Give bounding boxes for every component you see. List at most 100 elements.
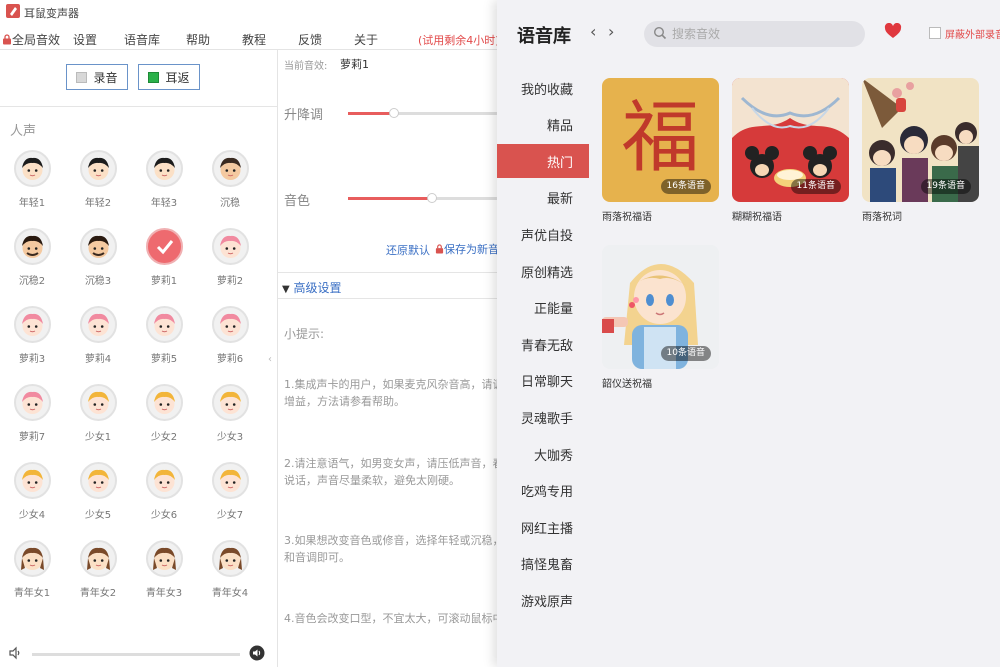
tip-line: 和音调即可。 bbox=[284, 549, 498, 566]
volume-high-icon[interactable] bbox=[249, 645, 265, 661]
voice-preset[interactable]: 年轻3 bbox=[139, 150, 189, 220]
block-external-label: 屏蔽外部录音 bbox=[945, 26, 1000, 41]
monitor-button[interactable]: 耳返 bbox=[138, 64, 200, 90]
restore-default-link[interactable]: 还原默认 bbox=[386, 242, 430, 258]
menu-help[interactable]: 帮助 bbox=[186, 31, 210, 48]
voice-preset[interactable]: 萝莉6 bbox=[205, 306, 255, 376]
voice-preset[interactable]: 青年女4 bbox=[205, 540, 255, 610]
voice-pack-cover: 11条语音 bbox=[732, 78, 849, 202]
forward-arrow-icon[interactable]: › bbox=[608, 22, 614, 41]
avatar-icon bbox=[14, 150, 51, 187]
category-item[interactable]: 搞怪鬼畜 bbox=[497, 547, 589, 581]
voice-preset[interactable]: 萝莉1 bbox=[139, 228, 189, 298]
voice-preset[interactable]: 年轻1 bbox=[7, 150, 57, 220]
back-arrow-icon[interactable]: ‹ bbox=[590, 22, 596, 41]
voice-preset[interactable]: 少女3 bbox=[205, 384, 255, 454]
voice-preset[interactable]: 沉稳2 bbox=[7, 228, 57, 298]
current-effect-value: 萝莉1 bbox=[340, 56, 369, 72]
tips-title: 小提示: bbox=[284, 326, 498, 343]
category-item[interactable]: 灵魂歌手 bbox=[497, 400, 589, 434]
category-item[interactable]: 我的收藏 bbox=[497, 71, 589, 105]
voice-preset[interactable]: 萝莉3 bbox=[7, 306, 57, 376]
voice-pack-name: 糊糊祝福语 bbox=[732, 208, 782, 223]
voice-preset[interactable]: 沉稳3 bbox=[73, 228, 123, 298]
menu-about[interactable]: 关于 bbox=[354, 31, 378, 48]
category-item[interactable]: 精品 bbox=[497, 108, 589, 142]
fu-character: 福 bbox=[602, 88, 719, 188]
save-as-new-link[interactable]: 保存为新音 bbox=[435, 241, 499, 257]
voice-preset[interactable]: 年轻2 bbox=[73, 150, 123, 220]
category-item[interactable]: 青春无敌 bbox=[497, 327, 589, 361]
lock-icon bbox=[435, 244, 444, 254]
voice-count-badge: 16条语音 bbox=[661, 179, 711, 194]
voice-preset-label: 少女3 bbox=[195, 428, 265, 443]
avatar-icon bbox=[80, 306, 117, 343]
voice-preset[interactable]: 青年女3 bbox=[139, 540, 189, 610]
voice-preset-label: 萝莉5 bbox=[129, 350, 199, 365]
tip-4: 4.音色会改变口型，不宜太大，可滚动鼠标中 bbox=[284, 610, 498, 627]
voice-preset[interactable]: 少女4 bbox=[7, 462, 57, 532]
category-item[interactable]: 最新 bbox=[497, 181, 589, 215]
divider bbox=[278, 272, 500, 273]
lock-icon bbox=[2, 34, 12, 45]
voice-pack-cover: 福 16条语音 bbox=[602, 78, 719, 202]
avatar-icon bbox=[14, 306, 51, 343]
global-effects-menu[interactable]: 全局音效 bbox=[2, 31, 60, 48]
panel-splitter-icon[interactable]: ‹ bbox=[268, 354, 272, 365]
voice-pack-name: 雨落祝福语 bbox=[602, 208, 652, 223]
voice-preset[interactable]: 萝莉2 bbox=[205, 228, 255, 298]
category-item[interactable]: 游戏原声 bbox=[497, 583, 589, 617]
category-item[interactable]: 吃鸡专用 bbox=[497, 474, 589, 508]
voice-preset[interactable]: 少女5 bbox=[73, 462, 123, 532]
voice-preset[interactable]: 沉稳 bbox=[205, 150, 255, 220]
current-effect-label: 当前音效: bbox=[284, 57, 327, 72]
category-item[interactable]: 日常聊天 bbox=[497, 364, 589, 398]
category-item[interactable]: 正能量 bbox=[497, 291, 589, 325]
voice-preset[interactable]: 少女7 bbox=[205, 462, 255, 532]
category-item[interactable]: 声优自投 bbox=[497, 217, 589, 251]
timbre-slider-knob[interactable] bbox=[427, 193, 437, 203]
record-button[interactable]: 录音 bbox=[66, 64, 128, 90]
avatar-icon bbox=[14, 462, 51, 499]
tip-line: 增益，方法请参看帮助。 bbox=[284, 393, 498, 410]
menu-feedback[interactable]: 反馈 bbox=[298, 31, 322, 48]
save-as-new-label: 保存为新音 bbox=[444, 243, 499, 256]
voice-preset[interactable]: 萝莉5 bbox=[139, 306, 189, 376]
voice-preset-label: 年轻2 bbox=[63, 194, 133, 209]
advanced-settings-toggle[interactable]: ▼ 高级设置 bbox=[282, 279, 342, 296]
search-input[interactable] bbox=[670, 25, 850, 43]
voice-preset-label: 沉稳 bbox=[195, 194, 265, 209]
tip-line: 1.集成声卡的用户，如果麦克风杂音高，请调 bbox=[284, 376, 498, 393]
avatar-icon bbox=[80, 384, 117, 421]
timbre-label: 音色 bbox=[284, 190, 310, 209]
voice-preset[interactable]: 少女1 bbox=[73, 384, 123, 454]
voice-preset[interactable]: 萝莉4 bbox=[73, 306, 123, 376]
category-item[interactable]: 热门 bbox=[497, 144, 589, 178]
heart-icon[interactable] bbox=[884, 23, 902, 39]
menu-voice-library[interactable]: 语音库 bbox=[124, 31, 160, 48]
avatar-icon bbox=[80, 540, 117, 577]
volume-bar bbox=[0, 640, 278, 667]
category-item[interactable]: 大咖秀 bbox=[497, 437, 589, 471]
menu-tutorial[interactable]: 教程 bbox=[242, 31, 266, 48]
search-icon bbox=[653, 26, 667, 40]
voice-preset-label: 萝莉6 bbox=[195, 350, 265, 365]
avatar-icon bbox=[146, 306, 183, 343]
voice-preset[interactable]: 青年女1 bbox=[7, 540, 57, 610]
pitch-slider-knob[interactable] bbox=[389, 108, 399, 118]
voice-preset[interactable]: 少女6 bbox=[139, 462, 189, 532]
avatar-icon bbox=[212, 462, 249, 499]
monitor-label: 耳返 bbox=[165, 69, 189, 86]
voice-preset[interactable]: 萝莉7 bbox=[7, 384, 57, 454]
divider bbox=[0, 106, 277, 107]
avatar-icon bbox=[80, 150, 117, 187]
category-item[interactable]: 网红主播 bbox=[497, 510, 589, 544]
voice-preset[interactable]: 青年女2 bbox=[73, 540, 123, 610]
category-item[interactable]: 原创精选 bbox=[497, 254, 589, 288]
avatar-icon bbox=[14, 540, 51, 577]
block-external-checkbox[interactable] bbox=[929, 27, 941, 39]
volume-slider[interactable] bbox=[32, 653, 240, 656]
voice-preset-label: 萝莉1 bbox=[129, 272, 199, 287]
voice-preset[interactable]: 少女2 bbox=[139, 384, 189, 454]
menu-settings[interactable]: 设置 bbox=[73, 31, 97, 48]
